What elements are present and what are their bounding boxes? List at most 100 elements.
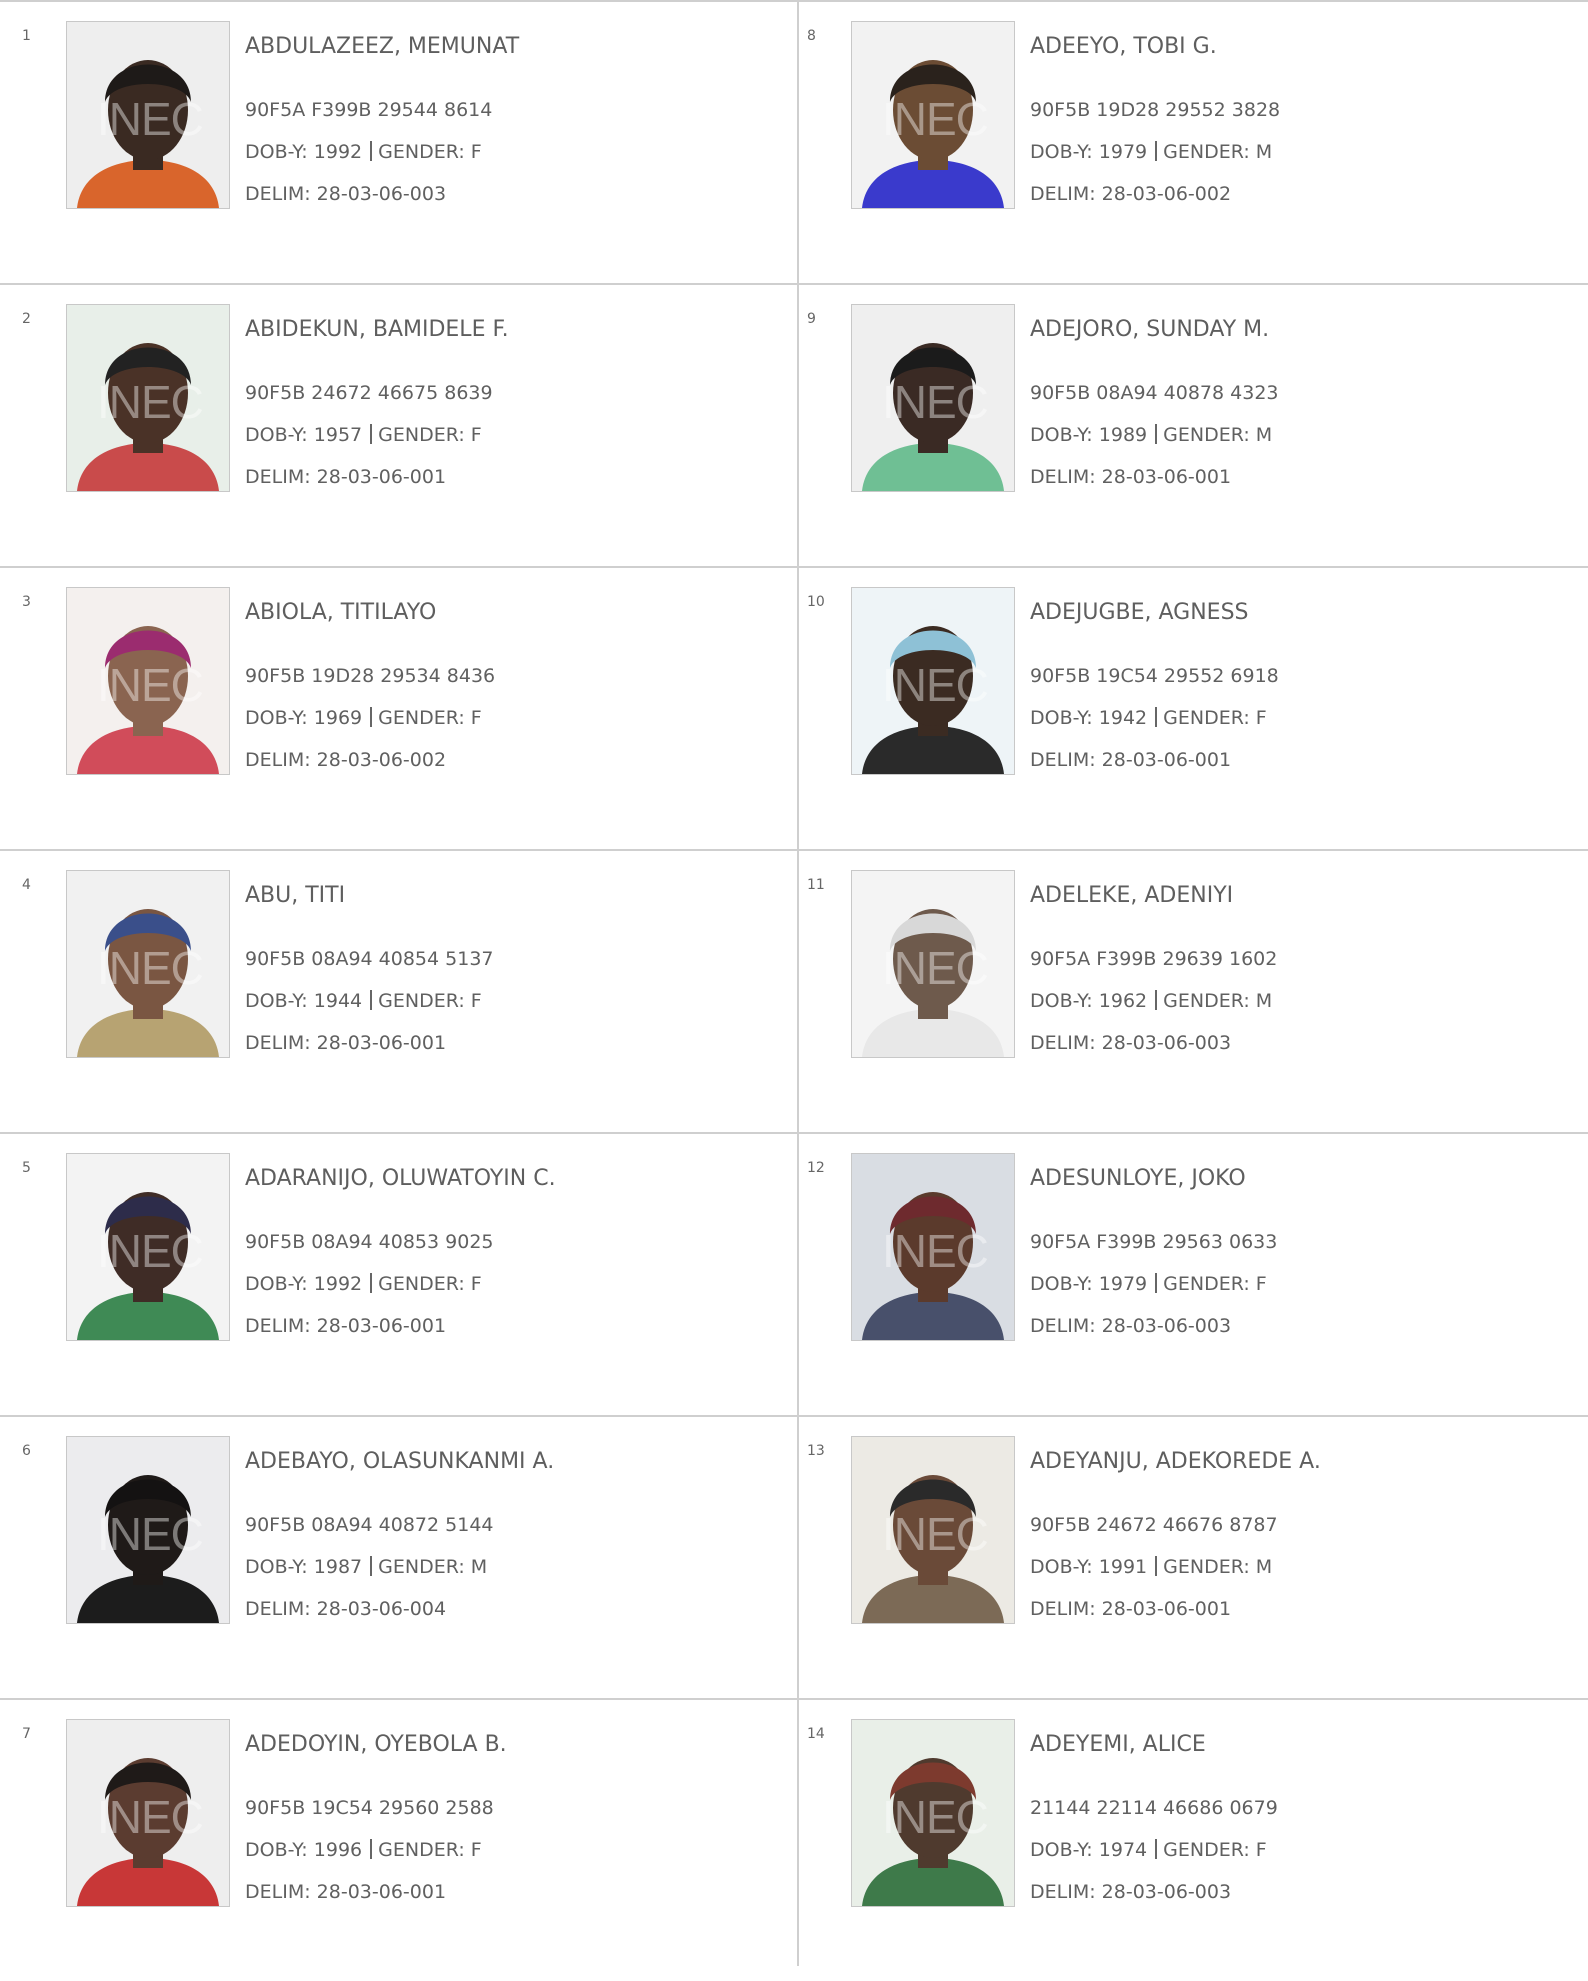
- dob-year: 1944: [313, 990, 363, 1012]
- voter-vin: 90F5A F399B 29639 1602: [1030, 948, 1278, 970]
- delim-code: 28-03-06-001: [316, 1881, 447, 1903]
- inec-watermark: INEC: [97, 376, 204, 428]
- register-column-right: 8 INEC ADEEYO, TOBI G. 90F5B 19D28 29552…: [797, 2, 1588, 1966]
- voter-photo: INEC: [851, 1153, 1015, 1341]
- delim-code: 28-03-06-001: [1101, 749, 1232, 771]
- dob-gender-line: DOB-Y: 1944 GENDER: F: [245, 990, 482, 1012]
- voter-vin: 90F5B 24672 46675 8639: [245, 382, 493, 404]
- delim-code: 28-03-06-002: [1101, 183, 1232, 205]
- voter-vin: 90F5B 08A94 40878 4323: [1030, 382, 1279, 404]
- dob-label: DOB-Y:: [245, 707, 308, 729]
- dob-label: DOB-Y:: [245, 141, 308, 163]
- delim-label: DELIM:: [1030, 466, 1096, 488]
- dob-label: DOB-Y:: [1030, 707, 1093, 729]
- delim-line: DELIM: 28-03-06-003: [245, 183, 446, 205]
- dob-label: DOB-Y:: [245, 990, 308, 1012]
- dob-gender-line: DOB-Y: 1962 GENDER: M: [1030, 990, 1272, 1012]
- voter-name: ADEEYO, TOBI G.: [1030, 34, 1217, 59]
- dob-gender-line: DOB-Y: 1992 GENDER: F: [245, 1273, 482, 1295]
- voter-entry: 10 INEC ADEJUGBE, AGNESS 90F5B 19C54 295…: [799, 568, 1588, 851]
- delim-line: DELIM: 28-03-06-001: [245, 1881, 446, 1903]
- voter-name: ABU, TITI: [245, 883, 346, 908]
- gender-value: F: [1255, 707, 1267, 729]
- dob-year: 1992: [313, 141, 363, 163]
- inec-watermark: INEC: [882, 376, 989, 428]
- delim-code: 28-03-06-002: [316, 749, 447, 771]
- voter-entry: 12 INEC ADESUNLOYE, JOKO 90F5A F399B 295…: [799, 1134, 1588, 1417]
- dob-gender-line: DOB-Y: 1989 GENDER: M: [1030, 424, 1272, 446]
- serial-number: 9: [807, 311, 816, 327]
- inec-watermark: INEC: [882, 942, 989, 994]
- gender-value: F: [470, 1839, 482, 1861]
- serial-number: 12: [807, 1160, 825, 1176]
- voter-name: ADEJUGBE, AGNESS: [1030, 600, 1249, 625]
- voter-photo: INEC: [66, 304, 230, 492]
- dob-year: 1962: [1098, 990, 1148, 1012]
- inec-watermark: INEC: [97, 659, 204, 711]
- gender-label: GENDER:: [1163, 1839, 1250, 1861]
- dob-year: 1991: [1098, 1556, 1148, 1578]
- delim-code: 28-03-06-003: [1101, 1032, 1232, 1054]
- delim-line: DELIM: 28-03-06-004: [245, 1598, 446, 1620]
- dob-gender-line: DOB-Y: 1992 GENDER: F: [245, 141, 482, 163]
- separator-bar: [370, 1273, 373, 1293]
- dob-gender-line: DOB-Y: 1979 GENDER: M: [1030, 141, 1272, 163]
- voter-photo: INEC: [66, 21, 230, 209]
- gender-value: F: [470, 1273, 482, 1295]
- voter-photo: INEC: [851, 1436, 1015, 1624]
- voter-photo: INEC: [851, 21, 1015, 209]
- voter-name: ADARANIJO, OLUWATOYIN C.: [245, 1166, 556, 1191]
- separator-bar: [370, 141, 373, 161]
- separator-bar: [1155, 707, 1158, 727]
- delim-line: DELIM: 28-03-06-003: [1030, 1032, 1231, 1054]
- voter-vin: 90F5B 08A94 40872 5144: [245, 1514, 494, 1536]
- voter-name: ADELEKE, ADENIYI: [1030, 883, 1234, 908]
- gender-label: GENDER:: [378, 1273, 465, 1295]
- dob-label: DOB-Y:: [1030, 990, 1093, 1012]
- voter-vin: 90F5B 19C54 29560 2588: [245, 1797, 494, 1819]
- delim-label: DELIM:: [1030, 1881, 1096, 1903]
- dob-label: DOB-Y:: [245, 1556, 308, 1578]
- delim-label: DELIM:: [245, 466, 311, 488]
- delim-line: DELIM: 28-03-06-001: [1030, 466, 1231, 488]
- delim-line: DELIM: 28-03-06-002: [1030, 183, 1231, 205]
- delim-code: 28-03-06-004: [316, 1598, 447, 1620]
- dob-year: 1989: [1098, 424, 1148, 446]
- delim-line: DELIM: 28-03-06-001: [245, 1315, 446, 1337]
- delim-label: DELIM:: [245, 1315, 311, 1337]
- voter-photo: INEC: [66, 587, 230, 775]
- delim-label: DELIM:: [1030, 1315, 1096, 1337]
- dob-year: 1974: [1098, 1839, 1148, 1861]
- inec-watermark: INEC: [882, 93, 989, 145]
- dob-label: DOB-Y:: [1030, 424, 1093, 446]
- separator-bar: [1155, 1839, 1158, 1859]
- delim-label: DELIM:: [1030, 183, 1096, 205]
- delim-line: DELIM: 28-03-06-001: [245, 466, 446, 488]
- separator-bar: [370, 990, 373, 1010]
- gender-value: M: [470, 1556, 488, 1578]
- voter-entry: 1 INEC ABDULAZEEZ, MEMUNAT 90F5A F399B 2…: [0, 2, 797, 285]
- dob-year: 1979: [1098, 141, 1148, 163]
- gender-label: GENDER:: [378, 1839, 465, 1861]
- register-column-left: 1 INEC ABDULAZEEZ, MEMUNAT 90F5A F399B 2…: [0, 2, 797, 1966]
- delim-label: DELIM:: [1030, 1598, 1096, 1620]
- dob-gender-line: DOB-Y: 1969 GENDER: F: [245, 707, 482, 729]
- voter-photo: INEC: [66, 870, 230, 1058]
- gender-value: M: [1255, 1556, 1273, 1578]
- voter-name: ADEYEMI, ALICE: [1030, 1732, 1206, 1757]
- voter-name: ABDULAZEEZ, MEMUNAT: [245, 34, 520, 59]
- voter-entry: 14 INEC ADEYEMI, ALICE 21144 22114 46686…: [799, 1700, 1588, 1981]
- serial-number: 4: [22, 877, 31, 893]
- voter-register-page: 1 INEC ABDULAZEEZ, MEMUNAT 90F5A F399B 2…: [0, 0, 1588, 1966]
- gender-label: GENDER:: [1163, 707, 1250, 729]
- voter-entry: 5 INEC ADARANIJO, OLUWATOYIN C. 90F5B 08…: [0, 1134, 797, 1417]
- delim-code: 28-03-06-001: [1101, 466, 1232, 488]
- gender-label: GENDER:: [378, 990, 465, 1012]
- voter-entry: 4 INEC ABU, TITI 90F5B 08A94 40854 5137 …: [0, 851, 797, 1134]
- voter-photo: INEC: [851, 587, 1015, 775]
- gender-value: M: [1255, 141, 1273, 163]
- delim-label: DELIM:: [245, 749, 311, 771]
- dob-year: 1992: [313, 1273, 363, 1295]
- serial-number: 10: [807, 594, 825, 610]
- voter-name: ADEJORO, SUNDAY M.: [1030, 317, 1270, 342]
